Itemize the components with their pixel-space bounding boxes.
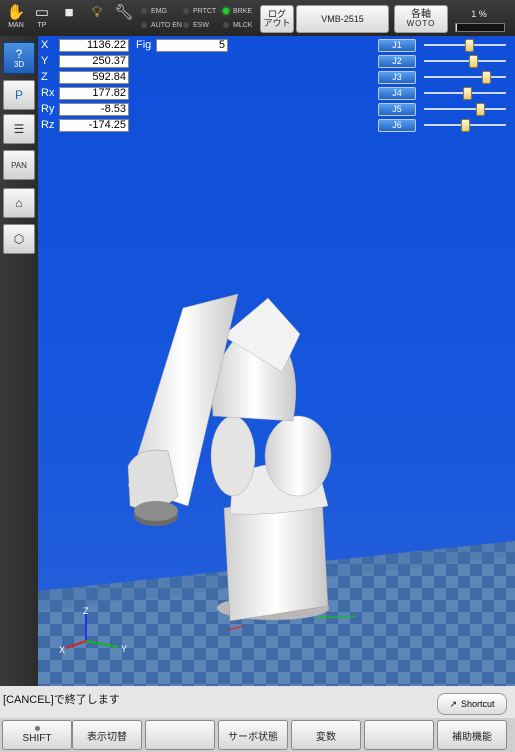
coord-value-x: 1136.22 (59, 38, 129, 52)
fig-value: 5 (156, 39, 228, 52)
indicator-dot (141, 22, 147, 29)
coord-row-rx: Rx 177.82 (41, 86, 129, 100)
left-toolbar: ? 3D P ☰ PAN ⌂ ⬡ (0, 36, 38, 686)
coord-row-rz: Rz -174.25 (41, 118, 129, 132)
indicator-dot (183, 22, 189, 29)
3d-viewport[interactable]: Z Y X X 1136.22 Y 250.37 Z 592.84 Rx 177… (38, 36, 515, 686)
slider-knob[interactable] (481, 71, 491, 84)
auxiliary-function-key[interactable]: 補助機能 (437, 720, 507, 750)
top-toolbar: ✋ MAN ▭ TP ■ 💡︎ 🔧︎ EMG AUTO EN PRTCT ESW… (0, 0, 515, 36)
axis-x-label: X (59, 645, 65, 655)
lamp-button[interactable]: 💡︎ (84, 4, 110, 34)
status-prtct: PRTCT (183, 8, 216, 15)
joint-button-j1[interactable]: J1 (378, 39, 416, 52)
point-icon: P (14, 88, 23, 102)
coord-row-y: Y 250.37 (41, 54, 129, 68)
message-bar: [CANCEL]で終了します ↗ Shortcut (0, 686, 515, 718)
teach-pendant-button[interactable]: ▭ TP (29, 4, 55, 34)
manual-mode-button[interactable]: ✋ MAN (3, 4, 29, 34)
status-esw: ESW (183, 22, 209, 29)
status-message: [CANCEL]で終了します (3, 694, 120, 706)
view-3d-button[interactable]: ? 3D (3, 42, 35, 74)
speed-bar-fill (456, 24, 457, 31)
joint-button-j3[interactable]: J3 (378, 71, 416, 84)
list-view-button[interactable]: ☰ (3, 114, 35, 144)
coord-value-y: 250.37 (59, 54, 129, 68)
slider-knob[interactable] (461, 119, 470, 132)
status-mlck: MLCK (223, 22, 252, 29)
robot-scene[interactable]: Z Y X (38, 36, 515, 686)
stop-icon: ■ (64, 4, 74, 21)
hand-icon: ✋ (6, 4, 26, 21)
lightbulb-icon: 💡︎ (91, 4, 103, 21)
shortcut-button[interactable]: ↗ Shortcut (437, 693, 507, 715)
indicator-dot (141, 8, 147, 15)
blank-key-1[interactable] (145, 720, 215, 750)
coord-row-x: X 1136.22 (41, 38, 129, 52)
speed-readout[interactable]: 1 % (455, 9, 503, 19)
display-switch-key[interactable]: 表示切替 (72, 720, 142, 750)
slider-knob[interactable] (475, 103, 485, 116)
slider-knob[interactable] (469, 55, 479, 68)
joint-button-j6[interactable]: J6 (378, 119, 416, 132)
joint-slider-j6[interactable] (424, 119, 506, 132)
shift-key[interactable]: SHIFT (2, 720, 72, 750)
list-icon: ☰ (13, 122, 25, 136)
coord-row-ry: Ry -8.53 (41, 102, 129, 116)
tool-button[interactable]: 🔧︎ (111, 4, 137, 34)
point-view-button[interactable]: P (3, 80, 35, 110)
question-icon: ? (15, 46, 23, 61)
coord-row-z: Z 592.84 (41, 70, 129, 84)
joint-button-j4[interactable]: J4 (378, 87, 416, 100)
coordinate-system-button[interactable]: 各軸 WOTO (394, 5, 448, 33)
stop-button[interactable]: ■ (56, 4, 82, 34)
home-icon: ⌂ (15, 196, 23, 210)
status-auto-en: AUTO EN (141, 22, 182, 29)
joint-slider-j1[interactable] (424, 39, 506, 52)
coord-value-rx: 177.82 (59, 86, 129, 100)
function-key-bar: SHIFT 表示切替 サーボ状態 変数 補助機能 (0, 718, 515, 752)
joint-button-j5[interactable]: J5 (378, 103, 416, 116)
joint-slider-j5[interactable] (424, 103, 506, 116)
robot-model-button[interactable]: VMB-2515 (296, 5, 389, 33)
joint-slider-j4[interactable] (424, 87, 506, 100)
coord-value-z: 592.84 (59, 70, 129, 84)
status-brke: BRKE (223, 8, 252, 15)
indicator-dot-on (223, 8, 229, 15)
pan-button[interactable]: PAN (3, 150, 35, 180)
shortcut-icon: ↗ (449, 698, 457, 709)
cube-view-button[interactable]: ⬡ (3, 224, 35, 254)
fig-label: Fig (136, 39, 152, 51)
indicator-dot (223, 22, 229, 29)
status-emg: EMG (141, 8, 167, 15)
indicator-dot (183, 8, 189, 15)
slider-knob[interactable] (465, 39, 475, 52)
robot-model[interactable] (127, 293, 332, 622)
axis-y-label: Y (121, 644, 127, 654)
pendant-icon: ▭ (34, 4, 50, 21)
coord-value-rz: -174.25 (59, 118, 129, 132)
variables-key[interactable]: 変数 (291, 720, 361, 750)
logout-button[interactable]: ログ アウト (260, 5, 294, 33)
wrench-icon: 🔧︎ (114, 4, 134, 21)
cube-icon: ⬡ (13, 232, 25, 246)
indicator-dot (34, 726, 40, 731)
joint-slider-j2[interactable] (424, 55, 506, 68)
coord-value-ry: -8.53 (59, 102, 129, 116)
axis-z-label: Z (83, 606, 89, 616)
joint-slider-j3[interactable] (424, 71, 506, 84)
joint-button-j2[interactable]: J2 (378, 55, 416, 68)
home-view-button[interactable]: ⌂ (3, 188, 35, 218)
slider-knob[interactable] (462, 87, 472, 100)
servo-status-key[interactable]: サーボ状態 (218, 720, 288, 750)
blank-key-2[interactable] (364, 720, 434, 750)
speed-bar[interactable] (455, 23, 505, 32)
